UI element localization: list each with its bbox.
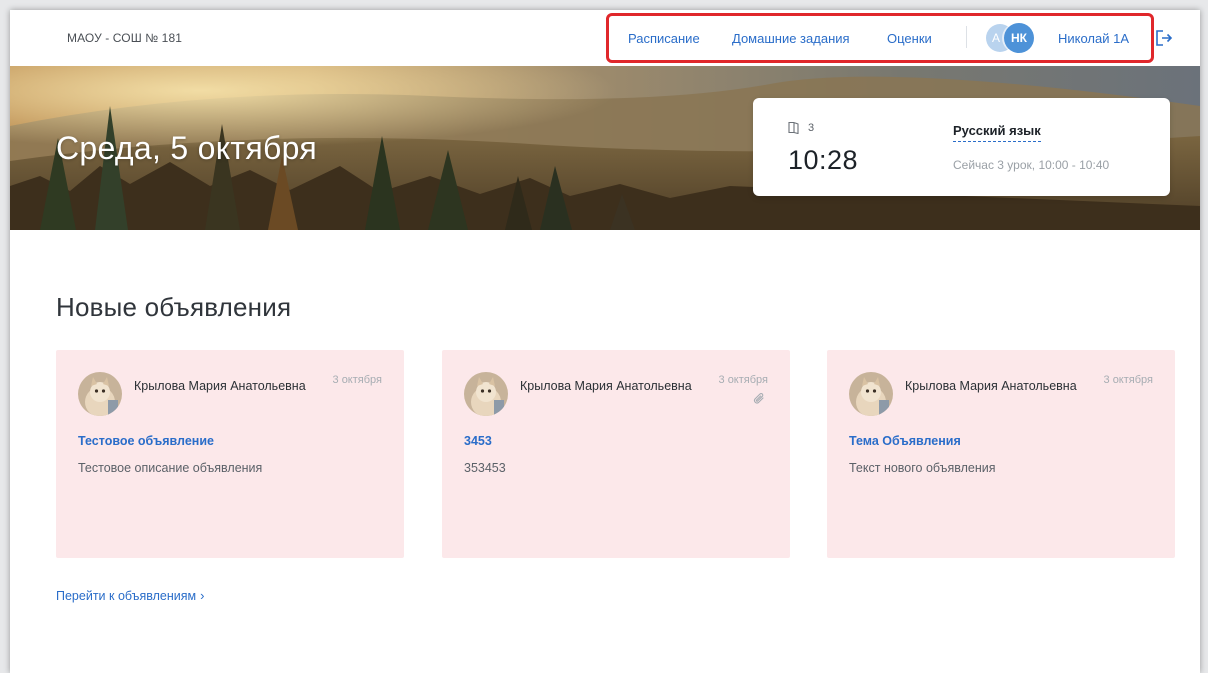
top-bar: МАОУ - СОШ № 181 Расписание Домашние зад… (10, 10, 1200, 66)
lesson-number: 3 (808, 122, 815, 134)
announcement-date: 3 октября (1103, 374, 1153, 386)
current-date: Среда, 5 октября (56, 130, 317, 166)
hero-banner: Среда, 5 октября 3 10:28 Русский язык Се… (10, 66, 1200, 230)
announcement-title-link[interactable]: Тема Объявления (849, 434, 961, 448)
logout-icon[interactable] (1154, 28, 1174, 48)
announcement-card[interactable]: Крылова Мария Анатольевна 3 октября Тест… (56, 350, 404, 558)
author-name: Крылова Мария Анатольевна (134, 379, 306, 393)
lesson-subject-link[interactable]: Русский язык (953, 123, 1041, 142)
nav-link-schedule[interactable]: Расписание (628, 31, 700, 46)
page: МАОУ - СОШ № 181 Расписание Домашние зад… (10, 10, 1200, 673)
book-icon (787, 121, 800, 134)
author-avatar (464, 372, 508, 416)
paperclip-icon[interactable] (752, 392, 766, 406)
school-name: МАОУ - СОШ № 181 (67, 31, 182, 45)
nav-divider (966, 26, 967, 48)
author-avatar (78, 372, 122, 416)
author-avatar (849, 372, 893, 416)
current-time: 10:28 (788, 145, 859, 175)
announcements-title: Новые объявления (56, 292, 292, 322)
nav-link-homework[interactable]: Домашние задания (732, 31, 850, 46)
announcement-description: 353453 (464, 461, 506, 475)
announcement-description: Тестовое описание объявления (78, 461, 263, 475)
announcement-card[interactable]: Крылова Мария Анатольевна 3 октября Тема… (827, 350, 1175, 558)
user-avatar[interactable]: НК (1004, 23, 1034, 53)
lesson-now-info: Сейчас 3 урок, 10:00 - 10:40 (953, 158, 1110, 172)
chevron-right-icon: › (200, 588, 205, 603)
announcement-date: 3 октября (332, 374, 382, 386)
announcement-card[interactable]: Крылова Мария Анатольевна 3 октября 3453… (442, 350, 790, 558)
screenshot-frame: МАОУ - СОШ № 181 Расписание Домашние зад… (0, 0, 1208, 673)
nav-link-grades[interactable]: Оценки (887, 31, 932, 46)
all-announcements-link[interactable]: Перейти к объявлениям › (56, 588, 204, 603)
announcement-title-link[interactable]: 3453 (464, 434, 492, 448)
current-lesson-card[interactable]: 3 10:28 Русский язык Сейчас 3 урок, 10:0… (753, 98, 1170, 196)
user-name-link[interactable]: Николай 1А (1058, 31, 1129, 46)
announcement-date: 3 октября (718, 374, 768, 386)
announcement-title-link[interactable]: Тестовое объявление (78, 434, 214, 448)
all-announcements-label: Перейти к объявлениям (56, 589, 197, 603)
author-name: Крылова Мария Анатольевна (520, 379, 692, 393)
author-name: Крылова Мария Анатольевна (905, 379, 1077, 393)
announcement-description: Текст нового объявления (849, 461, 996, 475)
